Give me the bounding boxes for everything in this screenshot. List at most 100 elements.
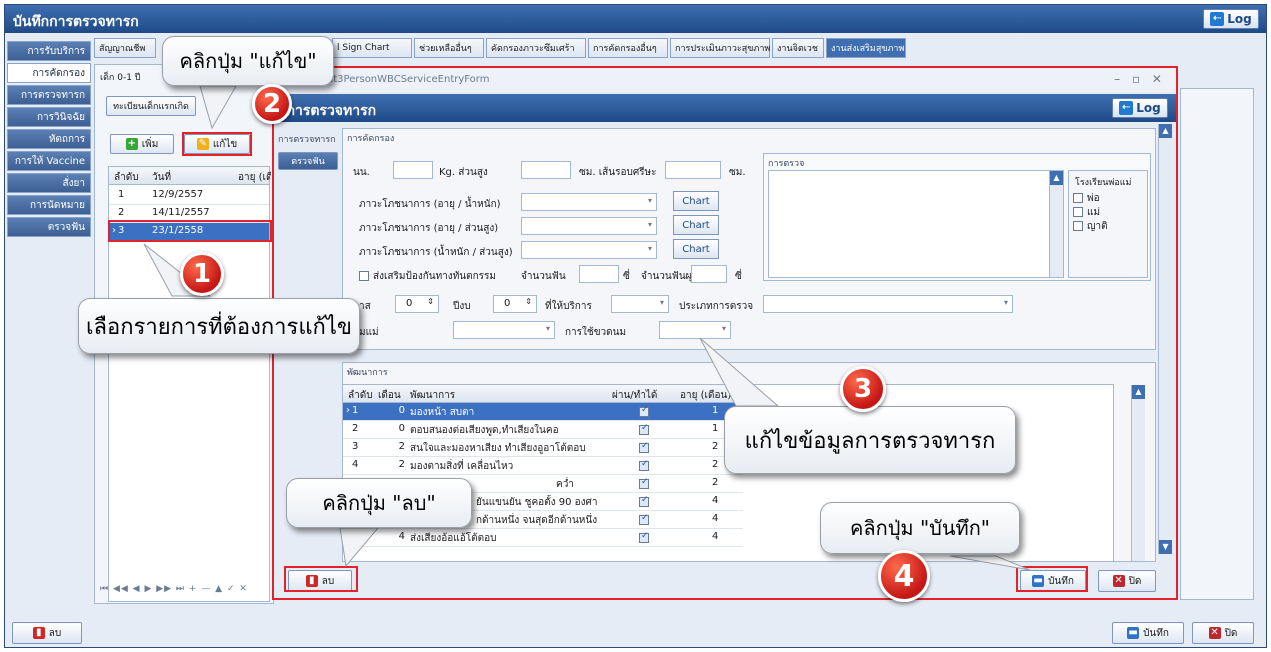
table-row-selected[interactable]: › 1 0 มองหน้า สบตา 1 <box>343 403 743 421</box>
col-passed[interactable]: ผ่าน/ทำได้ <box>609 388 675 403</box>
nav-item-appointment[interactable]: การนัดหมาย <box>7 195 91 215</box>
teeth-count-input[interactable] <box>579 265 619 283</box>
passed-checkbox[interactable] <box>639 441 649 453</box>
exam-notes-textarea[interactable]: ▲ <box>768 170 1064 278</box>
nav-item-prescribe[interactable]: สั่งยา <box>7 173 91 193</box>
window-controls-icon[interactable]: – ▫ ✕ <box>1114 72 1166 86</box>
passed-checkbox[interactable] <box>639 477 649 489</box>
col-development[interactable]: พัฒนาการ <box>407 388 607 403</box>
fluoride-checkbox[interactable] <box>359 271 369 281</box>
log-icon: ⇠ <box>1210 12 1225 26</box>
log-button[interactable]: ⇠ Log <box>1203 9 1259 29</box>
add-button[interactable]: + เพิ่ม <box>110 134 174 154</box>
table-row[interactable]: 4 2 มองตามสิ่งที่ เคลื่อนไหว 2 <box>343 457 743 475</box>
nav-item-label: การคัดกรอง <box>32 67 85 79</box>
passed-checkbox[interactable] <box>639 423 649 435</box>
decay-unit-label: ซี่ <box>735 271 742 282</box>
row-order: 3 <box>352 441 359 452</box>
service-place-label: ที่ให้บริการ <box>545 301 592 312</box>
col-month[interactable]: เดือน <box>375 388 405 403</box>
mother-select[interactable] <box>453 321 555 339</box>
nutrition-weight-height-select[interactable] <box>521 241 657 259</box>
chart-age-weight-button[interactable]: Chart <box>673 191 719 211</box>
tab-label: l Sign Chart <box>337 43 390 53</box>
screening-group: การคัดกรอง นน. Kg. ส่วนสูง ซม. เส้นรอบศร… <box>342 128 1156 350</box>
table-row[interactable]: 2 0 ตอบสนองต่อเสียงพูด,ทำเสียงในคอ 1 <box>343 421 743 439</box>
step2-text: คลิกปุ่ม "แก้ไข" <box>179 49 317 73</box>
development-grid-scrollbar[interactable]: ▲ <box>1131 385 1145 561</box>
row-order: 1 <box>118 189 125 200</box>
table-row[interactable]: 3 2 สนใจและมองหาเสียง ทำเสียงอูอาโต้ตอบ … <box>343 439 743 457</box>
tab-other-help[interactable]: ช่วยเหลืออื่นๆ <box>414 38 484 58</box>
fiscal-year-stepper[interactable]: 0 ⇕ <box>493 295 537 313</box>
nav-item-dental[interactable]: ตรวจฟัน <box>7 217 91 237</box>
dialog-close-button[interactable]: ✕ ปิด <box>1098 570 1156 592</box>
mother-checkbox[interactable] <box>1073 207 1083 217</box>
passed-checkbox[interactable] <box>639 513 649 525</box>
chart-weight-height-button[interactable]: Chart <box>673 239 719 259</box>
tab-health-assessment[interactable]: การประเมินภาวะสุขภาพ <box>670 38 770 58</box>
nav-item-diagnosis[interactable]: การวินิจฉัย <box>7 107 91 127</box>
decay-count-input[interactable] <box>691 265 727 283</box>
outer-save-button[interactable]: ▬ บันทึก <box>1112 622 1184 644</box>
nav-item-service[interactable]: การรับบริการ <box>7 41 91 61</box>
exam-type-select[interactable] <box>763 295 1013 313</box>
dialog-scrollbar[interactable]: ▲ ▼ <box>1158 124 1172 554</box>
app-title: บันทึกการตรวจทารก <box>13 14 139 30</box>
scroll-up-icon[interactable]: ▲ <box>1050 171 1063 185</box>
nav-item-procedure[interactable]: หัตถการ <box>7 129 91 149</box>
tab-health-promotion[interactable]: งานส่งเสริมสุขภาพ <box>826 38 906 58</box>
right-panel <box>1180 88 1254 600</box>
passed-checkbox[interactable] <box>639 531 649 543</box>
nav-item-screening[interactable]: การคัดกรอง <box>7 63 91 83</box>
relative-checkbox[interactable] <box>1073 221 1083 231</box>
scroll-up-icon[interactable]: ▲ <box>1159 124 1172 138</box>
passed-checkbox[interactable] <box>639 495 649 507</box>
grid-navigator[interactable]: ⏮ ◀◀ ◀ ▶ ▶▶ ⏭ + — ▲ ✓ ✕ <box>94 580 274 600</box>
col-order[interactable]: ลำดับ <box>345 388 375 403</box>
scroll-up-icon[interactable]: ▲ <box>1132 385 1145 399</box>
bottle-select[interactable] <box>659 321 731 339</box>
nav-item-label: การให้ Vaccine <box>14 155 85 167</box>
exam-notes-scrollbar[interactable]: ▲ <box>1049 171 1063 277</box>
stepper-icon[interactable]: ⇕ <box>427 297 434 306</box>
nutrition-age-weight-select[interactable] <box>521 193 657 211</box>
weight-input[interactable] <box>393 161 433 179</box>
chart-age-height-button[interactable]: Chart <box>673 215 719 235</box>
col-date[interactable]: วันที่ <box>149 170 233 185</box>
table-row[interactable]: 1 12/9/2557 <box>109 187 269 205</box>
passed-checkbox[interactable] <box>639 405 649 417</box>
head-circumference-input[interactable] <box>665 161 721 179</box>
col-order[interactable]: ลำดับ <box>111 170 147 185</box>
scroll-down-icon[interactable]: ▼ <box>1159 540 1172 554</box>
row-age: 2 <box>712 477 719 488</box>
nav-item-infant-exam[interactable]: การตรวจทารก <box>7 85 91 105</box>
month-stepper[interactable]: 0 ⇕ <box>395 295 439 313</box>
tab-newborn-registry[interactable]: ทะเบียนเด็กแรกเกิด <box>106 96 196 116</box>
tab-depression-screening[interactable]: คัดกรองภาวะซึมเศร้า <box>486 38 586 58</box>
teeth-label: จำนวนฟัน <box>521 271 566 282</box>
nav-item-vaccine[interactable]: การให้ Vaccine <box>7 151 91 171</box>
tab-other-screening[interactable]: การคัดกรองอื่นๆ <box>588 38 668 58</box>
passed-checkbox[interactable] <box>639 459 649 471</box>
table-row[interactable]: 8 4 ส่งเสียงอ้อแอ้โต้ตอบ 4 <box>343 529 743 547</box>
dialog-log-button[interactable]: ⇠ Log <box>1112 98 1168 118</box>
row-age: 2 <box>712 441 719 452</box>
side-item-dental[interactable]: ตรวจฟัน <box>278 152 338 170</box>
nutrition-age-height-select[interactable] <box>521 217 657 235</box>
tab-vital-sign-chart[interactable]: l Sign Chart <box>332 38 412 58</box>
height-input[interactable] <box>521 161 571 179</box>
delete-text: คลิกปุ่ม "ลบ" <box>322 491 436 515</box>
tab-psychiatry[interactable]: งานจิตเวช <box>772 38 824 58</box>
service-place-select[interactable] <box>611 295 669 313</box>
close-icon: ✕ <box>1208 627 1221 639</box>
sub-tab-age[interactable]: เด็ก 0-1 ปี <box>100 70 141 84</box>
step3-badge: 3 <box>840 366 886 412</box>
outer-close-button[interactable]: ✕ ปิด <box>1192 622 1254 644</box>
col-age[interactable]: อายุ (เดือ <box>235 170 271 185</box>
outer-delete-button[interactable]: ▮ ลบ <box>12 622 82 644</box>
tab-vital-signs[interactable]: สัญญาณชีพ <box>94 38 156 58</box>
stepper-icon[interactable]: ⇕ <box>525 297 532 306</box>
father-checkbox[interactable] <box>1073 193 1083 203</box>
col-age-months[interactable]: อายุ (เดือน) <box>677 388 743 403</box>
